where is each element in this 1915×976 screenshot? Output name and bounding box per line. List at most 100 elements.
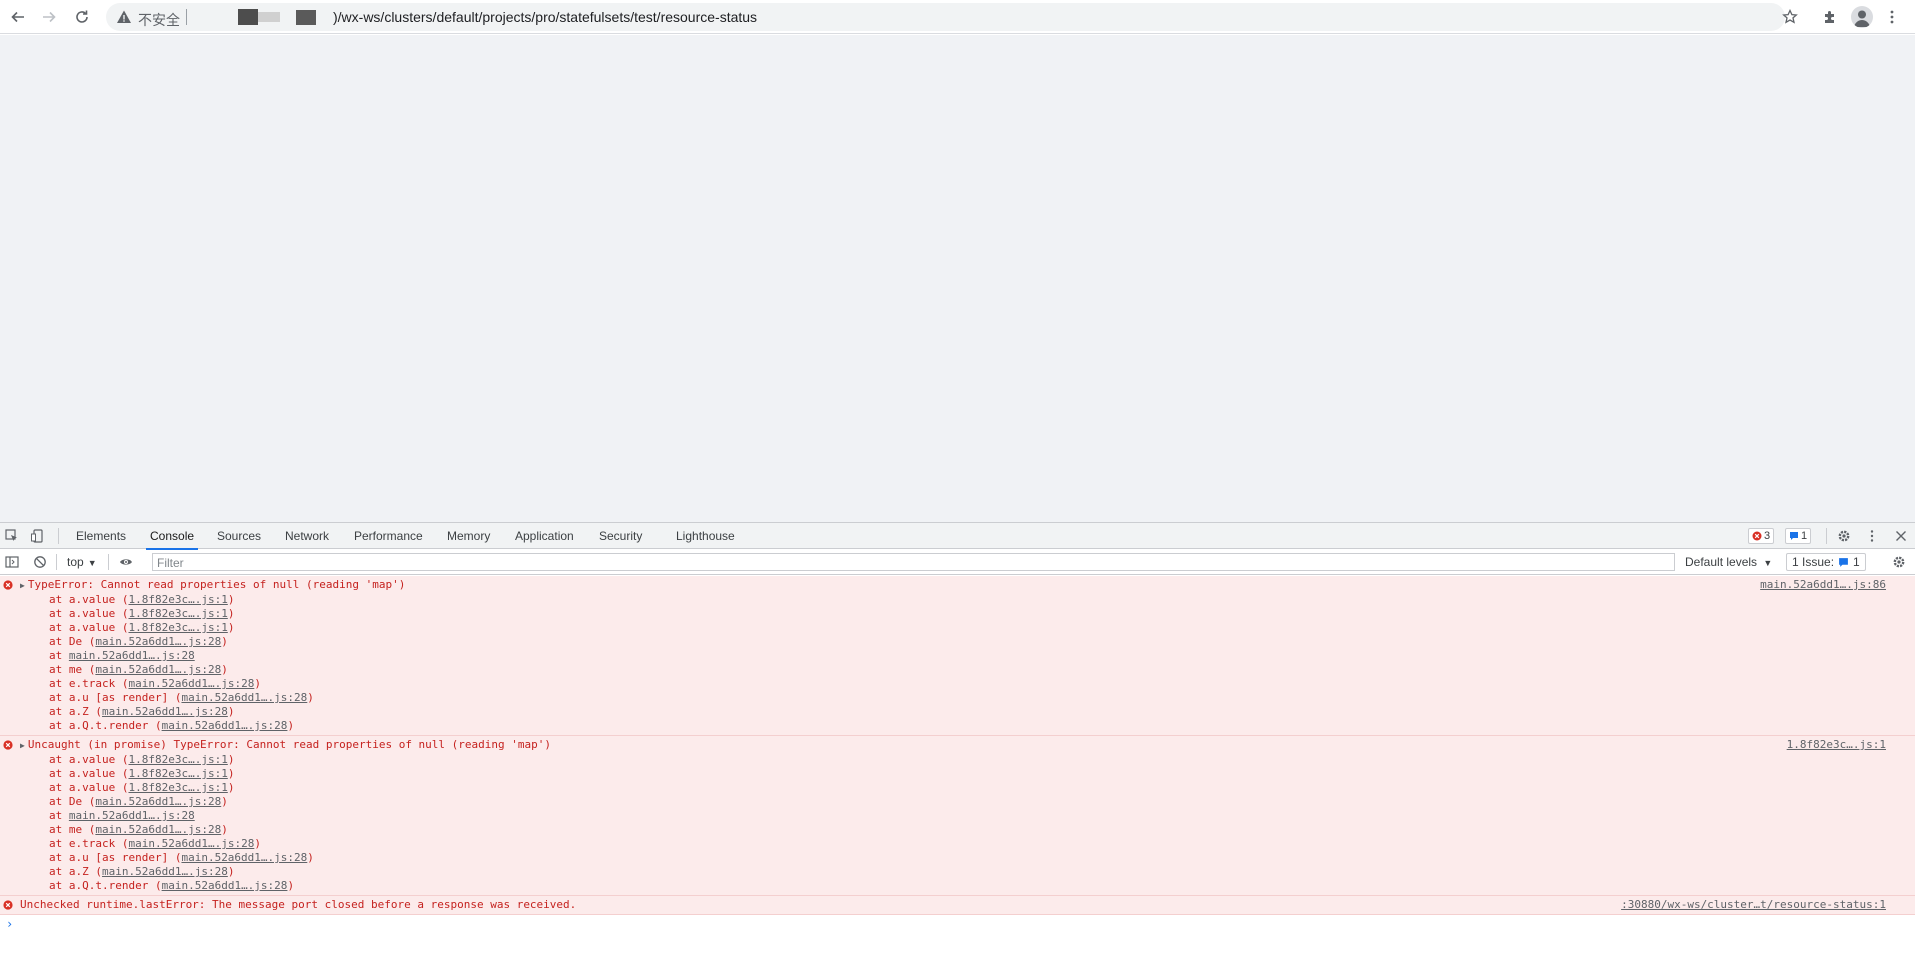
frame-prefix: at a.Q.t.render (: [49, 879, 162, 892]
frame-source-link[interactable]: 1.8f82e3c….js:1: [128, 593, 227, 606]
frame-suffix: ): [287, 879, 295, 892]
error-text[interactable]: ▶ Uncaught (in promise) TypeError: Cannot…: [0, 738, 1915, 753]
tab-network[interactable]: Network: [285, 523, 329, 549]
stack-frame: at a.Z (main.52a6dd1….js:28): [0, 705, 1915, 719]
insecure-label[interactable]: 不安全: [138, 10, 180, 30]
reload-button[interactable]: [70, 5, 94, 29]
reload-icon: [76, 10, 88, 23]
tab-lighthouse[interactable]: Lighthouse: [676, 523, 735, 549]
source-link[interactable]: main.52a6dd1….js:86: [1760, 578, 1886, 592]
frame-source-link[interactable]: main.52a6dd1….js:28: [181, 691, 307, 704]
more-vertical-icon: [1890, 10, 1894, 24]
url-text[interactable]: )/wx-ws/clusters/default/projects/pro/st…: [333, 9, 757, 25]
frame-source-link[interactable]: main.52a6dd1….js:28: [162, 719, 288, 732]
issues-button[interactable]: 1 Issue: 1: [1786, 553, 1866, 571]
tab-application[interactable]: Application: [515, 523, 574, 549]
frame-source-link[interactable]: main.52a6dd1….js:28: [102, 705, 228, 718]
inspect-element-button[interactable]: [4, 528, 20, 544]
source-link[interactable]: :30880/wx-ws/cluster…t/resource-status:1: [1621, 898, 1886, 912]
source-link[interactable]: 1.8f82e3c….js:1: [1787, 738, 1886, 752]
frame-source-link[interactable]: main.52a6dd1….js:28: [128, 837, 254, 850]
frame-suffix: ): [227, 705, 235, 718]
frame-prefix: at: [49, 809, 69, 822]
stack-frame: at me (main.52a6dd1….js:28): [0, 663, 1915, 677]
address-bar[interactable]: 不安全 )/wx-ws/clusters/default/projects/pr…: [106, 3, 1785, 31]
tab-security[interactable]: Security: [599, 523, 642, 549]
console-error-message[interactable]: ▶ TypeError: Cannot read properties of nu…: [0, 576, 1915, 736]
more-vertical-icon: [1870, 530, 1874, 542]
bookmark-button[interactable]: [1778, 5, 1802, 29]
frame-source-link[interactable]: 1.8f82e3c….js:1: [128, 607, 227, 620]
stack-frame: at a.value (1.8f82e3c….js:1): [0, 767, 1915, 781]
prompt-chevron-icon: ›: [6, 917, 14, 931]
frame-prefix: at a.value (: [49, 607, 129, 620]
clear-console-button[interactable]: [32, 554, 48, 570]
expand-triangle-icon[interactable]: ▶: [20, 741, 25, 750]
console-error-message[interactable]: Unchecked runtime.lastError: The message…: [0, 896, 1915, 915]
frame-source-link[interactable]: main.52a6dd1….js:28: [162, 879, 288, 892]
info-count-badge[interactable]: 1: [1785, 528, 1812, 544]
frame-prefix: at a.value (: [49, 767, 129, 780]
device-toolbar-button[interactable]: [30, 528, 46, 544]
error-text[interactable]: ▶ TypeError: Cannot read properties of nu…: [0, 578, 1915, 593]
stack-frame: at e.track (main.52a6dd1….js:28): [0, 837, 1915, 851]
console-error-message[interactable]: ▶ Uncaught (in promise) TypeError: Cannot…: [0, 736, 1915, 896]
devtools-menu-button[interactable]: [1864, 528, 1880, 544]
frame-suffix: ): [221, 823, 228, 836]
log-levels-dropdown[interactable]: Default levels ▼: [1685, 555, 1772, 569]
devtools-settings-button[interactable]: [1836, 528, 1852, 544]
block-icon: [34, 556, 46, 568]
tab-elements[interactable]: Elements: [76, 523, 126, 549]
frame-source-link[interactable]: main.52a6dd1….js:28: [102, 865, 228, 878]
back-button[interactable]: [6, 5, 30, 29]
frame-source-link[interactable]: main.52a6dd1….js:28: [128, 677, 254, 690]
extensions-button[interactable]: [1818, 5, 1842, 29]
stack-frame: at a.value (1.8f82e3c….js:1): [0, 781, 1915, 795]
frame-source-link[interactable]: 1.8f82e3c….js:1: [128, 621, 227, 634]
context-selector[interactable]: top ▼: [67, 555, 97, 569]
expand-triangle-icon[interactable]: ▶: [20, 581, 25, 590]
frame-source-link[interactable]: main.52a6dd1….js:28: [69, 809, 195, 822]
stack-frame: at De (main.52a6dd1….js:28): [0, 795, 1915, 809]
frame-prefix: at: [49, 649, 69, 662]
frame-source-link[interactable]: 1.8f82e3c….js:1: [128, 767, 227, 780]
frame-prefix: at a.value (: [49, 753, 129, 766]
console-filter-input[interactable]: Filter: [152, 553, 1675, 571]
sidebar-toggle-button[interactable]: [4, 554, 20, 570]
close-icon: [1896, 531, 1906, 541]
redacted-host: [258, 12, 280, 22]
browser-toolbar: 不安全 )/wx-ws/clusters/default/projects/pr…: [0, 0, 1915, 34]
frame-source-link[interactable]: main.52a6dd1….js:28: [95, 635, 221, 648]
frame-suffix: ): [221, 663, 228, 676]
frame-source-link[interactable]: 1.8f82e3c….js:1: [128, 753, 227, 766]
frame-source-link[interactable]: main.52a6dd1….js:28: [95, 795, 221, 808]
forward-button[interactable]: [37, 5, 61, 29]
frame-prefix: at De (: [49, 795, 96, 808]
error-count-badge[interactable]: 3: [1748, 528, 1775, 544]
devtools-tabbar: Elements Console Sources Network Perform…: [0, 523, 1915, 550]
stack-frame: at a.u [as render] (main.52a6dd1….js:28): [0, 851, 1915, 865]
tab-performance[interactable]: Performance: [354, 523, 423, 549]
frame-source-link[interactable]: 1.8f82e3c….js:1: [128, 781, 227, 794]
back-arrow-icon: [11, 11, 24, 23]
tab-sources[interactable]: Sources: [217, 523, 261, 549]
issues-count: 1: [1853, 555, 1860, 569]
console-prompt[interactable]: ›: [0, 915, 1915, 933]
error-icon: [1752, 531, 1762, 541]
console-settings-button[interactable]: [1891, 554, 1907, 570]
profile-avatar[interactable]: [1851, 6, 1873, 28]
frame-source-link[interactable]: main.52a6dd1….js:28: [181, 851, 307, 864]
frame-suffix: ): [254, 837, 261, 850]
close-devtools-button[interactable]: [1893, 528, 1909, 544]
frame-source-link[interactable]: main.52a6dd1….js:28: [69, 649, 195, 662]
warning-icon: [117, 10, 131, 23]
devtools-panel: Elements Console Sources Network Perform…: [0, 522, 1915, 976]
live-expression-button[interactable]: [118, 554, 134, 570]
tab-console[interactable]: Console: [145, 523, 199, 550]
frame-source-link[interactable]: main.52a6dd1….js:28: [95, 663, 221, 676]
stack-frame: at a.value (1.8f82e3c….js:1): [0, 753, 1915, 767]
browser-menu-button[interactable]: [1880, 5, 1904, 29]
tabbar-divider: [58, 528, 59, 544]
tab-memory[interactable]: Memory: [447, 523, 490, 549]
frame-source-link[interactable]: main.52a6dd1….js:28: [95, 823, 221, 836]
